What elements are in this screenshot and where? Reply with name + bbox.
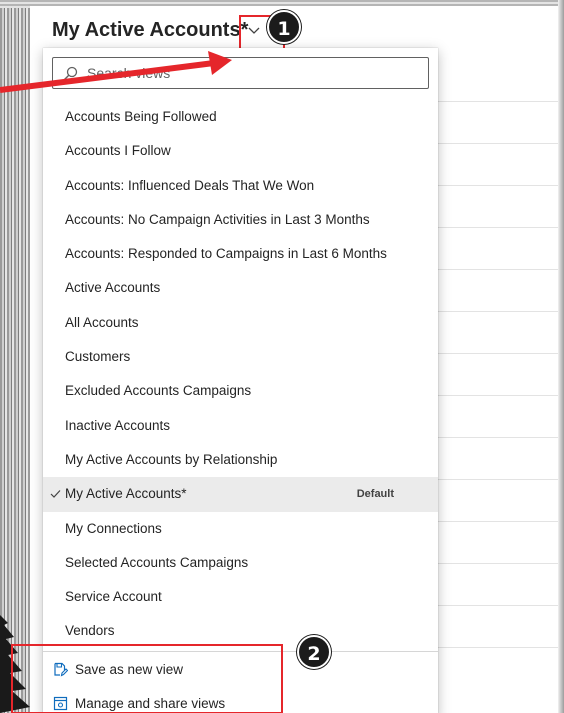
view-item[interactable]: Excluded Accounts Campaigns <box>43 374 438 408</box>
view-item-label: Service Account <box>65 589 162 605</box>
view-item-label: Selected Accounts Campaigns <box>65 554 249 570</box>
view-item[interactable]: Accounts: Responded to Campaigns in Last… <box>43 237 438 271</box>
view-item[interactable]: Service Account <box>43 580 438 614</box>
list-row-divider <box>435 227 558 228</box>
accounts-page: My Active Accounts* Accounts Being Follo… <box>30 6 558 713</box>
actions-highlight-box <box>11 644 283 713</box>
view-item-label: Active Accounts <box>65 280 161 296</box>
view-item-label: Excluded Accounts Campaigns <box>65 383 252 399</box>
search-views-input[interactable] <box>87 59 417 87</box>
view-item[interactable]: Accounts: No Campaign Activities in Last… <box>43 203 438 237</box>
view-item-label: Accounts I Follow <box>65 143 171 159</box>
view-item[interactable]: Active Accounts <box>43 271 438 305</box>
view-selector-dropdown: Accounts Being Followed Accounts I Follo… <box>43 48 438 713</box>
view-item[interactable]: Selected Accounts Campaigns <box>43 546 438 580</box>
list-row-divider <box>435 353 558 354</box>
list-row-divider <box>435 185 558 186</box>
list-row-divider <box>435 437 558 438</box>
view-item-label: Accounts: No Campaign Activities in Last… <box>65 211 370 227</box>
view-item-label: Vendors <box>65 623 115 639</box>
screenshot-border-left <box>0 0 30 713</box>
view-item-label: All Accounts <box>65 314 139 330</box>
screenshot-border-right <box>558 0 564 713</box>
view-item[interactable]: Accounts I Follow <box>43 134 438 168</box>
view-item[interactable]: Accounts: Influenced Deals That We Won <box>43 169 438 203</box>
list-row-divider <box>435 647 558 648</box>
view-item-label: Customers <box>65 349 131 365</box>
view-item-label: Accounts: Responded to Campaigns in Last… <box>65 246 387 262</box>
view-item-label: Inactive Accounts <box>65 417 171 433</box>
callout-badge-2: 2 <box>297 635 331 669</box>
callout-badge-1: 1 <box>267 10 301 44</box>
default-badge: Default <box>356 488 394 501</box>
view-item-label: My Active Accounts* <box>65 486 187 502</box>
view-item-selected[interactable]: My Active Accounts* Default <box>43 477 438 512</box>
view-item[interactable]: All Accounts <box>43 306 438 340</box>
list-row-divider <box>435 143 558 144</box>
view-item-label: My Connections <box>65 520 162 536</box>
checkmark-icon <box>50 490 61 499</box>
view-item-label: Accounts: Influenced Deals That We Won <box>65 177 315 193</box>
view-item-label: Accounts Being Followed <box>65 109 217 124</box>
list-row-divider <box>435 395 558 396</box>
list-row-divider <box>435 563 558 564</box>
search-views-box[interactable] <box>52 57 429 89</box>
view-list: Accounts Being Followed Accounts I Follo… <box>43 100 438 649</box>
view-item[interactable]: Customers <box>43 340 438 374</box>
list-row-divider <box>435 311 558 312</box>
search-icon <box>64 66 78 80</box>
list-row-divider <box>435 269 558 270</box>
view-item[interactable]: My Active Accounts by Relationship <box>43 443 438 477</box>
list-row-divider <box>435 605 558 606</box>
view-item[interactable]: My Connections <box>43 512 438 546</box>
view-item[interactable]: Inactive Accounts <box>43 409 438 443</box>
view-selector-title[interactable]: My Active Accounts* <box>52 19 248 42</box>
list-row-divider <box>435 101 558 102</box>
view-item-label: My Active Accounts by Relationship <box>65 451 278 467</box>
list-row-divider <box>435 521 558 522</box>
view-item[interactable]: Accounts Being Followed <box>43 100 438 134</box>
list-row-divider <box>435 479 558 480</box>
